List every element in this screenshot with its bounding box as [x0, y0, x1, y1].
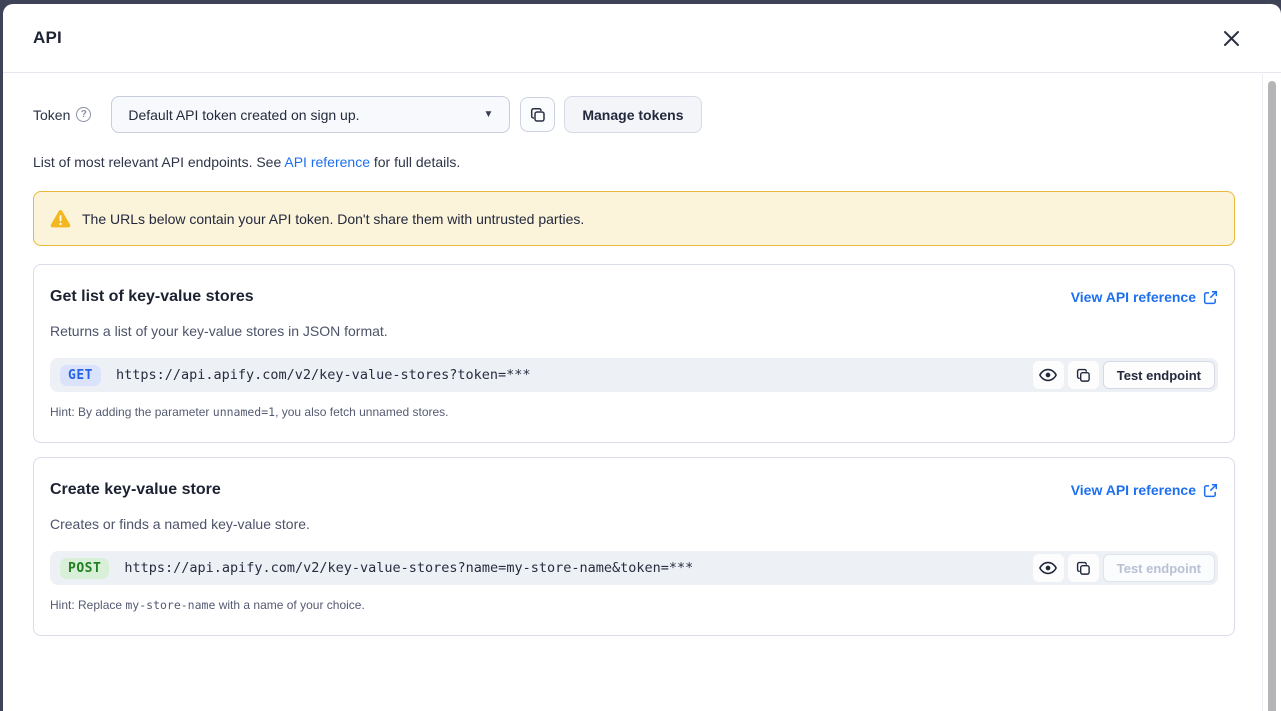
chevron-down-icon: ▼ [483, 109, 493, 120]
endpoint-url-row: POST https://api.apify.com/v2/key-value-… [50, 551, 1218, 585]
reveal-token-button[interactable] [1033, 361, 1064, 389]
close-button[interactable] [1217, 24, 1245, 52]
token-label-text: Token [33, 107, 70, 123]
intro-text-after: for full details. [370, 154, 460, 170]
modal-header: API [3, 4, 1281, 73]
copy-url-button[interactable] [1068, 361, 1099, 389]
api-modal: API Token ? Default API token created on… [3, 4, 1281, 711]
endpoint-title: Get list of key-value stores [50, 288, 254, 306]
token-row: Token ? Default API token created on sig… [33, 96, 1235, 133]
copy-token-button[interactable] [520, 97, 555, 132]
eye-icon [1039, 561, 1057, 575]
method-badge: GET [60, 365, 101, 386]
copy-icon [1076, 561, 1091, 576]
endpoint-url: https://api.apify.com/v2/key-value-store… [116, 367, 1033, 383]
endpoint-url: https://api.apify.com/v2/key-value-store… [124, 560, 1032, 576]
endpoint-actions: Test endpoint [1033, 554, 1215, 582]
endpoint-hint: Hint: Replace my-store-name with a name … [50, 598, 1218, 612]
warning-text: The URLs below contain your API token. D… [82, 211, 584, 227]
endpoint-title: Create key-value store [50, 481, 221, 499]
intro-text-before: List of most relevant API endpoints. See [33, 154, 284, 170]
card-head: Create key-value store View API referenc… [50, 481, 1218, 499]
external-link-icon [1203, 483, 1218, 498]
manage-tokens-button[interactable]: Manage tokens [564, 96, 701, 133]
hint-code: unnamed=1 [213, 405, 275, 419]
endpoint-card-get-list: Get list of key-value stores View API re… [33, 264, 1235, 443]
token-dropdown-value: Default API token created on sign up. [128, 107, 359, 123]
hint-text-before: Hint: Replace [50, 598, 125, 612]
intro-text: List of most relevant API endpoints. See… [33, 154, 1235, 170]
test-endpoint-button[interactable]: Test endpoint [1103, 554, 1215, 582]
endpoint-description: Creates or finds a named key-value store… [50, 516, 1218, 532]
page-title: API [33, 28, 62, 48]
test-endpoint-button[interactable]: Test endpoint [1103, 361, 1215, 389]
endpoint-url-row: GET https://api.apify.com/v2/key-value-s… [50, 358, 1218, 392]
endpoint-description: Returns a list of your key-value stores … [50, 323, 1218, 339]
copy-url-button[interactable] [1068, 554, 1099, 582]
card-head: Get list of key-value stores View API re… [50, 288, 1218, 306]
endpoint-hint: Hint: By adding the parameter unnamed=1,… [50, 405, 1218, 419]
scrollbar-track [1262, 74, 1281, 711]
close-icon [1223, 30, 1240, 47]
eye-icon [1039, 368, 1057, 382]
modal-body: Token ? Default API token created on sig… [3, 74, 1262, 711]
endpoint-card-create-store: Create key-value store View API referenc… [33, 457, 1235, 636]
hint-code: my-store-name [125, 598, 215, 612]
endpoint-actions: Test endpoint [1033, 361, 1215, 389]
help-icon[interactable]: ? [76, 107, 91, 122]
view-api-reference-label: View API reference [1071, 482, 1196, 498]
token-dropdown[interactable]: Default API token created on sign up. ▼ [111, 96, 510, 133]
api-reference-link[interactable]: API reference [284, 154, 370, 170]
reveal-token-button[interactable] [1033, 554, 1064, 582]
hint-text-after: with a name of your choice. [215, 598, 364, 612]
warning-icon [50, 209, 71, 228]
token-label: Token ? [33, 107, 91, 123]
hint-text-after: , you also fetch unnamed stores. [275, 405, 448, 419]
copy-icon [530, 107, 546, 123]
view-api-reference-link[interactable]: View API reference [1071, 482, 1218, 498]
external-link-icon [1203, 290, 1218, 305]
method-badge: POST [60, 558, 109, 579]
copy-icon [1076, 368, 1091, 383]
hint-text-before: Hint: By adding the parameter [50, 405, 213, 419]
view-api-reference-link[interactable]: View API reference [1071, 289, 1218, 305]
view-api-reference-label: View API reference [1071, 289, 1196, 305]
scrollbar-thumb[interactable] [1268, 81, 1276, 711]
warning-banner: The URLs below contain your API token. D… [33, 191, 1235, 246]
